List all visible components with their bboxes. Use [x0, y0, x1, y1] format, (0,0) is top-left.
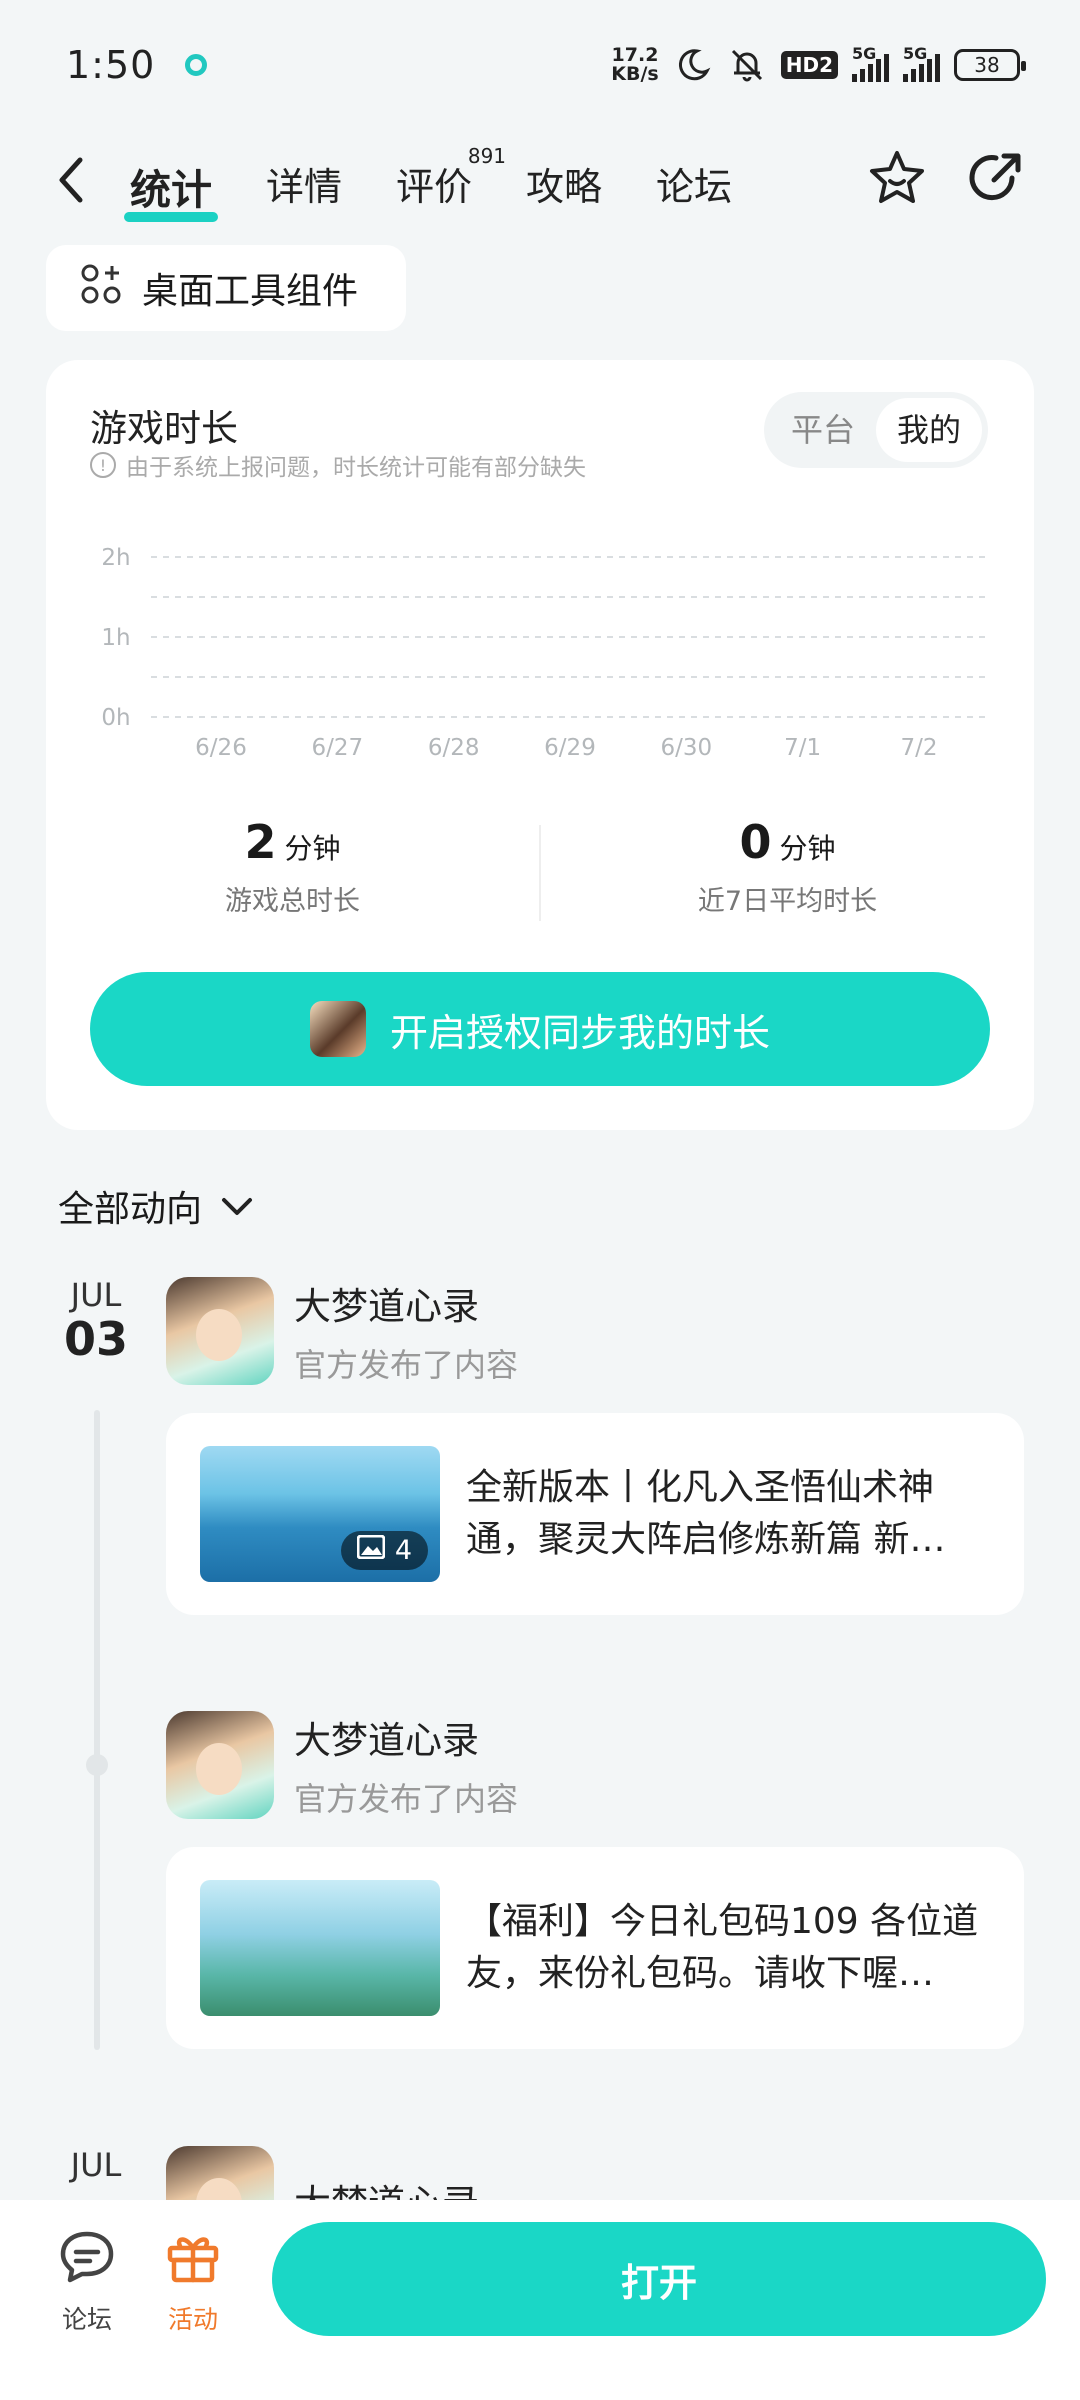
tab-forum[interactable]: 论坛: [652, 148, 736, 224]
hd-voice-badge: HD2: [780, 51, 838, 79]
feed-action: 官方发布了内容: [294, 1346, 519, 1384]
net-speed: 17.2 KB/s: [611, 44, 659, 85]
favorite-star-icon[interactable]: [866, 148, 928, 214]
app-name: 大梦道心录: [294, 1285, 479, 1328]
y-tick-label: 0h: [101, 705, 130, 731]
playtime-chart: 2h 1h 0h 6/26 6/27 6/28 6/29 6/30 7/1 7/2: [101, 545, 988, 761]
post-card[interactable]: 4 全新版本丨化凡入圣悟仙术神通，聚灵大阵启修炼新篇 新…: [166, 1413, 1024, 1615]
playtime-stats: 2 分钟 游戏总时长 0 分钟 近7日平均时长: [46, 815, 1034, 925]
avg-playtime-unit: 分钟: [779, 832, 836, 865]
avg-playtime: 0 分钟 近7日平均时长: [541, 815, 1034, 925]
app-avatar: [166, 1277, 274, 1385]
avg-playtime-value: 0: [739, 815, 772, 869]
signal-1-icon: 5G: [852, 44, 889, 82]
platform-mine-toggle: 平台 我的: [764, 392, 988, 468]
image-icon: [356, 1534, 386, 1566]
tab-guides[interactable]: 攻略: [522, 148, 606, 224]
feed-filter-label: 全部动向: [58, 1189, 203, 1230]
review-count-badge: 891: [467, 144, 507, 168]
total-playtime: 2 分钟 游戏总时长: [46, 815, 539, 925]
feed-item-header[interactable]: 大梦道心录 官方发布了内容: [166, 1276, 518, 1386]
app-avatar: [166, 1711, 274, 1819]
activity-label: 活动: [167, 2305, 218, 2334]
battery-icon: 38: [954, 49, 1026, 81]
desktop-widget-label: 桌面工具组件: [142, 271, 359, 312]
x-tick-label: 6/30: [661, 735, 713, 761]
info-icon: !: [90, 452, 116, 478]
timeline-dot: [86, 1754, 108, 1776]
feed-date: JUL: [70, 2146, 122, 2184]
total-playtime-label: 游戏总时长: [225, 886, 360, 917]
post-card[interactable]: 【福利】今日礼包码109 各位道友，来份礼包码。请收下喔…: [166, 1847, 1024, 2049]
playtime-card: 游戏时长 ! 由于系统上报问题，时长统计可能有部分缺失 平台 我的 2h 1h 0h…: [46, 360, 1034, 1130]
tab-details[interactable]: 详情: [262, 148, 346, 224]
app-name: 大梦道心录: [294, 1719, 479, 1762]
toggle-mine[interactable]: 我的: [876, 398, 982, 462]
image-count-badge: 4: [340, 1531, 428, 1570]
feed-item-header[interactable]: 大梦道心录 官方发布了内容: [166, 1710, 518, 1820]
moon-icon: [673, 45, 713, 85]
playtime-title: 游戏时长: [90, 407, 238, 450]
x-tick-label: 6/26: [195, 735, 247, 761]
sync-playtime-label: 开启授权同步我的时长: [389, 1010, 770, 1055]
x-tick-label: 7/2: [900, 735, 937, 761]
post-thumbnail: 4: [200, 1446, 440, 1582]
post-thumbnail: [200, 1880, 440, 2016]
timeline-line: [94, 1410, 100, 2050]
chevron-down-icon: [220, 1186, 254, 1227]
forum-button[interactable]: 论坛: [47, 2230, 127, 2336]
desktop-widget-button[interactable]: 桌面工具组件: [46, 245, 406, 331]
avg-playtime-label: 近7日平均时长: [697, 886, 878, 917]
open-game-button[interactable]: 打开: [272, 2222, 1046, 2336]
open-game-label: 打开: [620, 2260, 697, 2305]
tab-stats[interactable]: 统计: [124, 148, 218, 224]
top-nav: 统计 详情 评价 891 攻略 论坛: [0, 130, 1080, 230]
x-tick-label: 6/29: [544, 735, 596, 761]
y-tick-label: 2h: [101, 545, 130, 571]
post-text: 【福利】今日礼包码109 各位道友，来份礼包码。请收下喔…: [466, 1901, 979, 1994]
tab-bar: 统计 详情 评价 891 攻略 论坛: [124, 144, 736, 224]
forum-label: 论坛: [61, 2305, 112, 2334]
feed-date: JUL 03: [63, 1276, 128, 1366]
tab-reviews[interactable]: 评价 891: [392, 144, 506, 224]
x-tick-label: 7/1: [784, 735, 821, 761]
feed-filter-dropdown[interactable]: 全部动向: [58, 1180, 254, 1232]
x-tick-label: 6/28: [428, 735, 480, 761]
gift-icon: [164, 2230, 222, 2290]
toggle-platform[interactable]: 平台: [770, 398, 876, 462]
bottom-action-bar: 论坛 活动 打开: [0, 2200, 1080, 2400]
post-text: 全新版本丨化凡入圣悟仙术神通，聚灵大阵启修炼新篇 新…: [466, 1467, 946, 1560]
sync-playtime-button[interactable]: 开启授权同步我的时长: [90, 972, 990, 1086]
total-playtime-value: 2: [244, 815, 277, 869]
feed-action: 官方发布了内容: [294, 1780, 519, 1818]
widgets-grid-icon: [80, 263, 122, 314]
back-icon[interactable]: [54, 152, 104, 208]
total-playtime-unit: 分钟: [284, 832, 341, 865]
signal-2-icon: 5G: [903, 44, 940, 82]
status-time: 1:50: [66, 43, 156, 87]
status-bar: 1:50 17.2 KB/s HD2 5G 5G 38: [0, 0, 1080, 130]
share-icon[interactable]: [964, 148, 1026, 214]
app-status-dot-icon: [185, 54, 208, 76]
game-avatar: [309, 1001, 366, 1057]
forum-chat-icon: [58, 2230, 116, 2290]
y-tick-label: 1h: [101, 625, 130, 651]
x-tick-label: 6/27: [312, 735, 364, 761]
mute-bell-icon: [727, 45, 767, 85]
activity-button[interactable]: 活动: [153, 2230, 233, 2336]
playtime-note: ! 由于系统上报问题，时长统计可能有部分缺失: [90, 448, 586, 482]
